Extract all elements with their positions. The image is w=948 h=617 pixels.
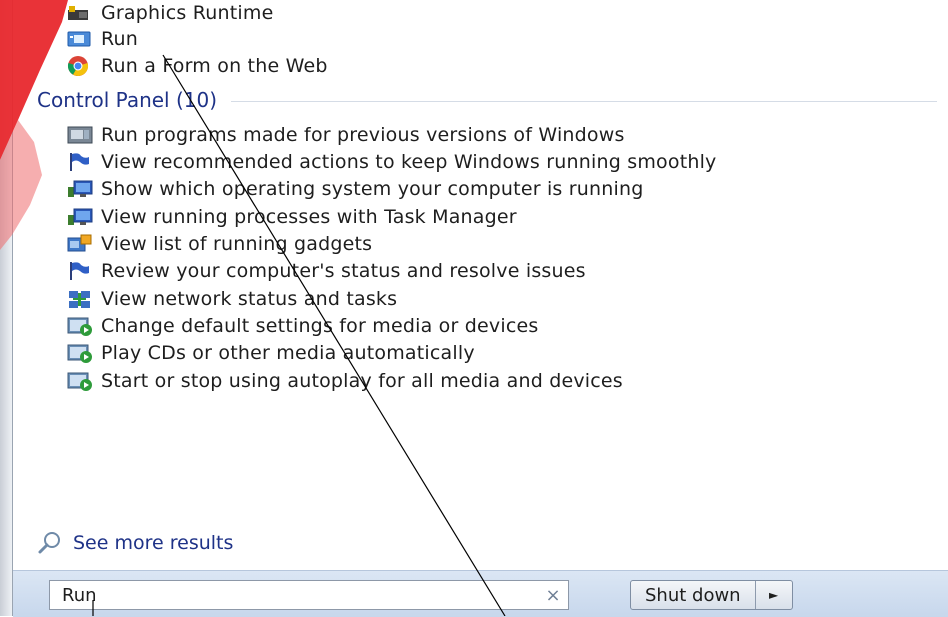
cp-item-label: Review your computer's status and resolv… [101, 260, 586, 282]
clear-search-icon[interactable]: × [538, 585, 568, 606]
system-icon [67, 178, 101, 200]
cp-item-label: Play CDs or other media automatically [101, 342, 475, 364]
cp-item-label: Start or stop using autoplay for all med… [101, 370, 623, 392]
autoplay-icon [67, 342, 101, 364]
cp-item-label: View running processes with Task Manager [101, 206, 517, 228]
cp-item-recommended-actions[interactable]: View recommended actions to keep Windows… [67, 149, 717, 175]
gadgets-icon [67, 233, 101, 255]
result-label: Run a Form on the Web [101, 55, 328, 77]
start-menu-bottom-bar: × Shut down ► [13, 570, 948, 617]
group-divider [231, 101, 937, 102]
cp-item-label: Show which operating system your compute… [101, 178, 644, 200]
network-icon [67, 288, 101, 310]
compatibility-icon [67, 124, 101, 146]
autoplay-icon [67, 370, 101, 392]
system-icon [67, 206, 101, 228]
shutdown-button[interactable]: Shut down [631, 581, 756, 609]
action-center-flag-icon [67, 151, 101, 173]
cp-item-gadgets[interactable]: View list of running gadgets [67, 231, 372, 257]
shutdown-split-button: Shut down ► [630, 580, 793, 610]
cp-item-network-status[interactable]: View network status and tasks [67, 286, 397, 312]
see-more-label: See more results [73, 532, 234, 554]
result-graphics-runtime[interactable]: Graphics Runtime [67, 0, 274, 26]
cp-item-label: View recommended actions to keep Windows… [101, 151, 717, 173]
search-results-panel: Graphics Runtime Run Run a Form on the W… [13, 0, 948, 570]
action-center-flag-icon [67, 260, 101, 282]
result-run[interactable]: Run [67, 26, 138, 52]
result-label: Run [101, 28, 139, 50]
autoplay-icon [67, 315, 101, 337]
graphics-runtime-icon [67, 2, 101, 24]
run-icon [67, 28, 101, 50]
chrome-icon [67, 55, 101, 77]
shutdown-options-arrow-icon[interactable]: ► [756, 581, 792, 609]
search-input[interactable] [50, 584, 538, 606]
result-label: Graphics Runtime [101, 2, 274, 24]
see-more-results-link[interactable]: See more results [37, 531, 233, 555]
magnifier-icon [37, 531, 73, 555]
cp-item-label: Run programs made for previous versions … [101, 124, 625, 146]
cp-item-default-media-settings[interactable]: Change default settings for media or dev… [67, 313, 538, 339]
control-panel-group-header[interactable]: Control Panel (10) [37, 88, 937, 112]
cp-item-task-manager[interactable]: View running processes with Task Manager [67, 204, 517, 230]
cp-item-review-status[interactable]: Review your computer's status and resolv… [67, 258, 586, 284]
cp-item-show-os[interactable]: Show which operating system your compute… [67, 176, 644, 202]
cp-item-label: View list of running gadgets [101, 233, 373, 255]
result-run-form-web[interactable]: Run a Form on the Web [67, 53, 328, 79]
control-panel-heading: Control Panel (10) [37, 88, 218, 112]
cp-item-autoplay-toggle[interactable]: Start or stop using autoplay for all med… [67, 368, 623, 394]
search-box[interactable]: × [49, 580, 569, 610]
cp-item-label: View network status and tasks [101, 288, 398, 310]
cp-item-play-cds[interactable]: Play CDs or other media automatically [67, 340, 475, 366]
cp-item-compatibility[interactable]: Run programs made for previous versions … [67, 122, 625, 148]
cp-item-label: Change default settings for media or dev… [101, 315, 539, 337]
